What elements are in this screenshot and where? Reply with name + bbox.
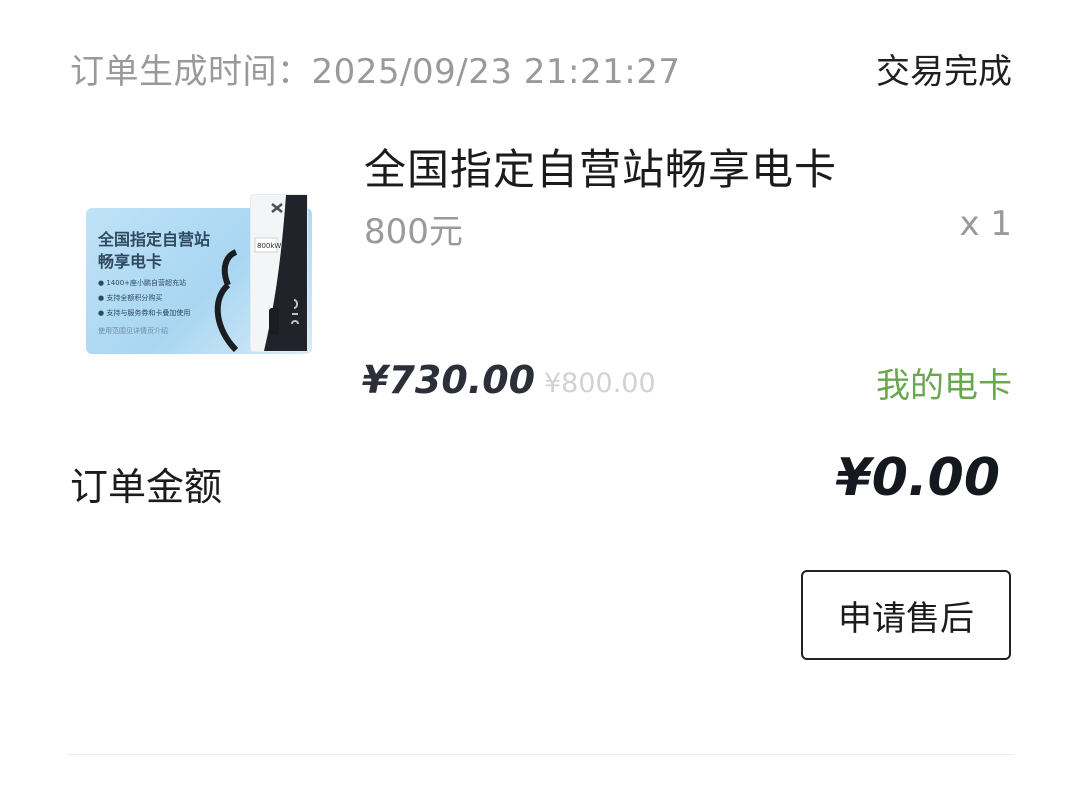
order-created-time: 订单生成时间：2025/09/23 21:21:27	[70, 52, 681, 92]
product-price: ¥730.00	[362, 358, 536, 402]
my-card-link[interactable]: 我的电卡	[876, 358, 1012, 407]
product-title[interactable]: 全国指定自营站畅享电卡	[364, 136, 837, 197]
order-amount-value: ¥0.00	[835, 448, 1000, 508]
device-label: 800kW	[257, 242, 281, 250]
divider	[68, 754, 1014, 755]
after-sale-button[interactable]: 申请售后	[801, 570, 1011, 660]
product-spec: 800元	[364, 212, 463, 252]
order-amount-label: 订单金额	[70, 465, 223, 509]
product-thumbnail[interactable]: 全国指定自营站 畅享电卡 ● 1400+座小鹏自营超充站 ● 支持全额积分购买 …	[86, 190, 312, 354]
product-quantity: x 1	[959, 204, 1012, 244]
order-status: 交易完成	[876, 52, 1012, 92]
original-price: ¥800.00	[544, 368, 656, 399]
charger-illustration: 800kW	[214, 194, 308, 353]
